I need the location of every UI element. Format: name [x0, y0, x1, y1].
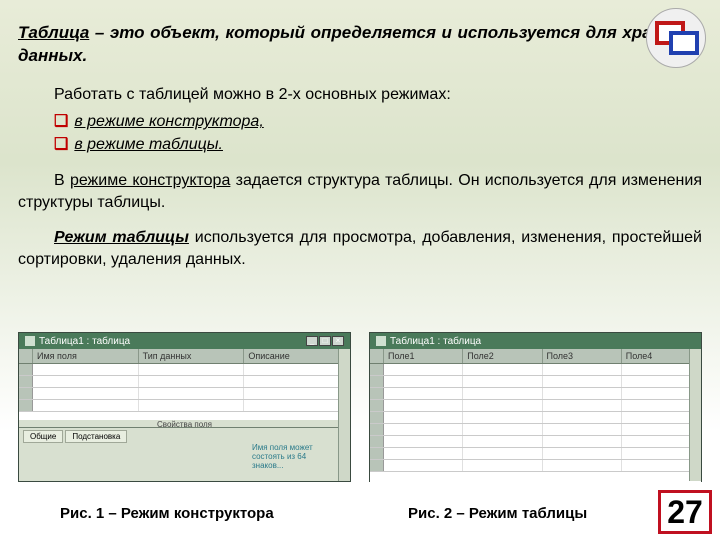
vertical-scrollbar[interactable] — [338, 349, 350, 481]
mode-2-text: в режиме таблицы. — [74, 136, 223, 153]
corner-logo — [646, 8, 710, 72]
bullet-icon: ❑ — [54, 136, 68, 153]
paragraph-tableview: Режим таблицы используется для просмотра… — [0, 217, 720, 274]
win2-columns: Поле1 Поле2 Поле3 Поле4 — [370, 349, 701, 364]
page-number: 27 — [658, 490, 712, 534]
p2-under: режиме конструктора — [70, 172, 230, 189]
caption-1: Рис. 1 – Режим конструктора — [60, 505, 274, 522]
datasheet-window: Таблица1 : таблица Поле1 Поле2 Поле3 Пол… — [369, 332, 702, 482]
row-selector-header — [370, 349, 384, 363]
figure-2: Таблица1 : таблица Поле1 Поле2 Поле3 Пол… — [369, 332, 702, 482]
title-rest: – это объект, который определяется и исп… — [18, 23, 702, 65]
modes-list: ❑ в режиме конструктора, ❑ в режиме таблиц… — [0, 109, 720, 160]
title-paragraph: Таблица – это объект, который определяет… — [0, 0, 720, 74]
col-description: Описание — [244, 349, 350, 363]
win2-titlebar: Таблица1 : таблица — [370, 333, 701, 349]
tab-lookup[interactable]: Подстановка — [65, 430, 127, 443]
col-3: Поле3 — [543, 349, 622, 363]
p2-lead: В — [54, 172, 70, 189]
minimize-icon[interactable]: _ — [306, 336, 318, 346]
maximize-icon[interactable]: □ — [319, 336, 331, 346]
win1-grid[interactable] — [19, 364, 350, 420]
logo-disc — [646, 8, 706, 68]
logo-rect-blue — [669, 31, 699, 55]
intro-line: Работать с таблицей можно в 2-х основных… — [0, 74, 720, 110]
col-fieldname: Имя поля — [33, 349, 139, 363]
col-2: Поле2 — [463, 349, 542, 363]
mode-1-text: в режиме конструктора, — [74, 113, 263, 130]
design-view-window: Таблица1 : таблица _ □ × Имя поля Тип да… — [18, 332, 351, 482]
win1-titlebar: Таблица1 : таблица _ □ × — [19, 333, 350, 349]
close-icon[interactable]: × — [332, 336, 344, 346]
win1-columns: Имя поля Тип данных Описание — [19, 349, 350, 364]
mode-item-1: ❑ в режиме конструктора, — [54, 111, 702, 133]
mode-item-2: ❑ в режиме таблицы. — [54, 134, 702, 156]
hint-text: Имя поля может состоять из 64 знаков... — [252, 444, 332, 470]
table-icon — [25, 336, 35, 346]
win1-title: Таблица1 : таблица — [39, 336, 130, 347]
col-1: Поле1 — [384, 349, 463, 363]
col-datatype: Тип данных — [139, 349, 245, 363]
field-properties-pane: Общие Подстановка Имя поля может состоят… — [19, 427, 338, 481]
p3-term: Режим таблицы — [54, 229, 189, 246]
win2-grid[interactable] — [370, 364, 701, 482]
win2-title: Таблица1 : таблица — [390, 336, 481, 347]
bullet-icon: ❑ — [54, 113, 68, 130]
paragraph-constructor: В режиме конструктора задается структура… — [0, 160, 720, 217]
title-term: Таблица — [18, 23, 89, 42]
caption-2: Рис. 2 – Режим таблицы — [408, 505, 587, 522]
table-icon — [376, 336, 386, 346]
tab-general[interactable]: Общие — [23, 430, 63, 443]
vertical-scrollbar[interactable] — [689, 349, 701, 481]
row-selector-header — [19, 349, 33, 363]
figure-1: Таблица1 : таблица _ □ × Имя поля Тип да… — [18, 332, 351, 482]
win1-controls: _ □ × — [306, 336, 344, 346]
